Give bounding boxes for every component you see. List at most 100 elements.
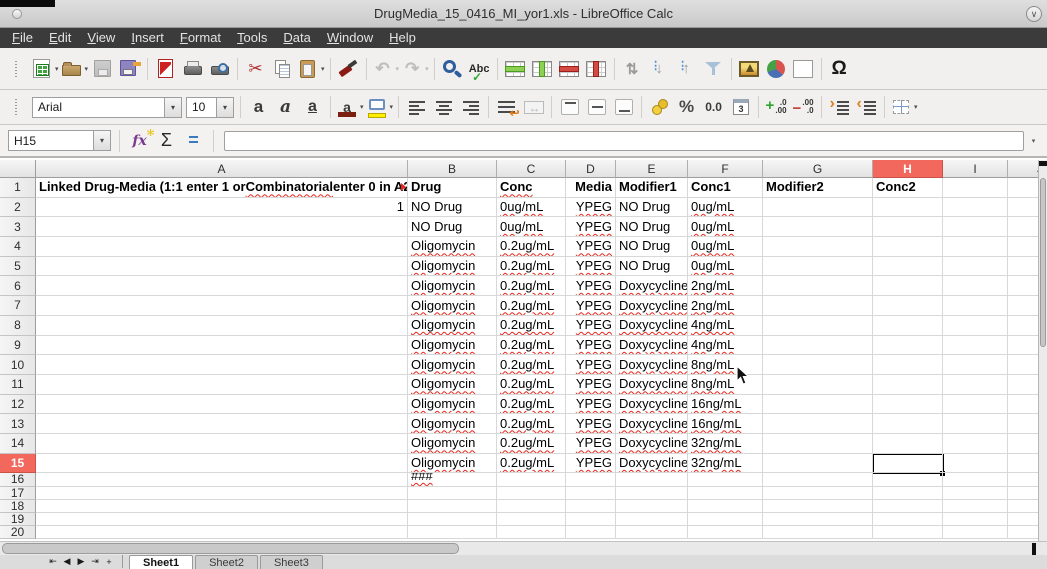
row-header-20[interactable]: 20 xyxy=(0,526,36,539)
cell-J13[interactable] xyxy=(1008,414,1038,434)
cell-H14[interactable] xyxy=(873,434,943,454)
cell-C7[interactable]: 0.2ug/mL xyxy=(497,296,566,316)
pivot-table-button[interactable]: ⇆ xyxy=(791,55,816,82)
redo-button[interactable]: ↷▾ xyxy=(401,55,429,82)
cell-F14[interactable]: 32ng/mL xyxy=(688,434,763,454)
column-header-I[interactable]: I xyxy=(943,160,1008,178)
cell-H17[interactable] xyxy=(873,487,943,500)
number-format-button[interactable]: 0.0 xyxy=(701,94,726,121)
cell-I15[interactable] xyxy=(943,454,1008,474)
row-header-14[interactable]: 14 xyxy=(0,434,36,454)
menu-format[interactable]: Format xyxy=(172,28,229,48)
cell-B7[interactable]: Oligomycin xyxy=(408,296,497,316)
column-header-J[interactable]: J xyxy=(1008,160,1038,178)
align-bottom-button[interactable] xyxy=(611,94,636,121)
cell-H7[interactable] xyxy=(873,296,943,316)
cell-E16[interactable] xyxy=(616,473,688,486)
cell-E12[interactable]: Doxycycline xyxy=(616,395,688,415)
cell-H1[interactable]: Conc2 xyxy=(873,178,943,198)
cell-C13[interactable]: 0.2ug/mL xyxy=(497,414,566,434)
menu-data[interactable]: Data xyxy=(275,28,318,48)
cell-B19[interactable] xyxy=(408,513,497,526)
cell-E14[interactable]: Doxycycline xyxy=(616,434,688,454)
cell-I13[interactable] xyxy=(943,414,1008,434)
chevron-down-icon[interactable]: ▾ xyxy=(321,65,325,73)
italic-button[interactable]: a xyxy=(273,94,298,121)
align-right-button[interactable] xyxy=(458,94,483,121)
cell-D12[interactable]: YPEG xyxy=(566,395,616,415)
underline-button[interactable]: a xyxy=(300,94,325,121)
cell-C14[interactable]: 0.2ug/mL xyxy=(497,434,566,454)
cell-A1[interactable]: Linked Drug-Media (1:1 enter 1 or Combin… xyxy=(36,178,408,198)
print-button[interactable] xyxy=(180,55,205,82)
cell-D2[interactable]: YPEG xyxy=(566,198,616,218)
font-size-combo[interactable]: 10 ▾ xyxy=(186,97,234,118)
sheet-tab-sheet1[interactable]: Sheet1 xyxy=(129,555,193,569)
window-shade-button[interactable]: ∨ xyxy=(1026,6,1042,22)
cell-A18[interactable] xyxy=(36,500,408,513)
cell-F16[interactable] xyxy=(688,473,763,486)
cell-F1[interactable]: Conc1 xyxy=(688,178,763,198)
wrap-text-button[interactable] xyxy=(494,94,519,121)
formula-bar-expand[interactable]: ▾ xyxy=(1026,131,1041,151)
cell-A4[interactable] xyxy=(36,237,408,257)
cell-H15[interactable] xyxy=(873,454,943,474)
new-spreadsheet-button[interactable]: ▾ xyxy=(31,55,59,82)
merge-cells-button[interactable] xyxy=(521,94,546,121)
cell-H5[interactable] xyxy=(873,257,943,277)
sheet-tab-sheet2[interactable]: Sheet2 xyxy=(195,555,258,569)
cell-J8[interactable] xyxy=(1008,316,1038,336)
font-size-dropdown[interactable]: ▾ xyxy=(216,98,233,117)
cell-G3[interactable] xyxy=(763,217,873,237)
cell-F19[interactable] xyxy=(688,513,763,526)
formula-button[interactable]: = xyxy=(181,127,206,154)
name-box-dropdown[interactable]: ▾ xyxy=(93,131,110,150)
row-header-1[interactable]: 1 xyxy=(0,178,36,198)
cell-D8[interactable]: YPEG xyxy=(566,316,616,336)
cell-C2[interactable]: 0ug/mL xyxy=(497,198,566,218)
cell-C10[interactable]: 0.2ug/mL xyxy=(497,355,566,375)
cell-F12[interactable]: 16ng/mL xyxy=(688,395,763,415)
cell-F6[interactable]: 2ng/mL xyxy=(688,276,763,296)
cell-D18[interactable] xyxy=(566,500,616,513)
cell-G1[interactable]: Modifier2 xyxy=(763,178,873,198)
align-top-button[interactable] xyxy=(557,94,582,121)
cell-A17[interactable] xyxy=(36,487,408,500)
cell-B17[interactable] xyxy=(408,487,497,500)
cell-D3[interactable]: YPEG xyxy=(566,217,616,237)
cell-I12[interactable] xyxy=(943,395,1008,415)
cell-F9[interactable]: 4ng/mL xyxy=(688,336,763,356)
cell-A8[interactable] xyxy=(36,316,408,336)
horizontal-split-handle[interactable] xyxy=(1032,543,1036,555)
cell-A12[interactable] xyxy=(36,395,408,415)
select-all-corner[interactable] xyxy=(0,160,36,178)
horizontal-scrollbar-thumb[interactable] xyxy=(2,543,459,554)
cell-C16[interactable] xyxy=(497,473,566,486)
cell-E1[interactable]: Modifier1 xyxy=(616,178,688,198)
undo-button[interactable]: ↶▾ xyxy=(372,55,400,82)
cell-H11[interactable] xyxy=(873,375,943,395)
column-header-F[interactable]: F xyxy=(688,160,763,178)
cell-C12[interactable]: 0.2ug/mL xyxy=(497,395,566,415)
cell-G17[interactable] xyxy=(763,487,873,500)
sort-descending-button[interactable]: ↓ xyxy=(647,55,672,82)
special-character-button[interactable]: Ω xyxy=(827,55,852,82)
cell-J12[interactable] xyxy=(1008,395,1038,415)
cell-H9[interactable] xyxy=(873,336,943,356)
cell-I10[interactable] xyxy=(943,355,1008,375)
formula-input[interactable] xyxy=(224,131,1024,151)
save-as-button[interactable] xyxy=(117,55,142,82)
cell-F17[interactable] xyxy=(688,487,763,500)
cut-button[interactable]: ✂ xyxy=(243,55,268,82)
cell-E2[interactable]: NO Drug xyxy=(616,198,688,218)
borders-button[interactable]: ▾ xyxy=(890,94,918,121)
cell-A2[interactable]: 1 xyxy=(36,198,408,218)
delete-row-button[interactable] xyxy=(557,55,582,82)
cell-C15[interactable]: 0.2ug/mL xyxy=(497,454,566,474)
align-left-button[interactable] xyxy=(404,94,429,121)
format-toolbar-grip[interactable] xyxy=(4,94,29,121)
menu-view[interactable]: View xyxy=(79,28,123,48)
cell-F3[interactable]: 0ug/mL xyxy=(688,217,763,237)
cell-G2[interactable] xyxy=(763,198,873,218)
cell-B11[interactable]: Oligomycin xyxy=(408,375,497,395)
